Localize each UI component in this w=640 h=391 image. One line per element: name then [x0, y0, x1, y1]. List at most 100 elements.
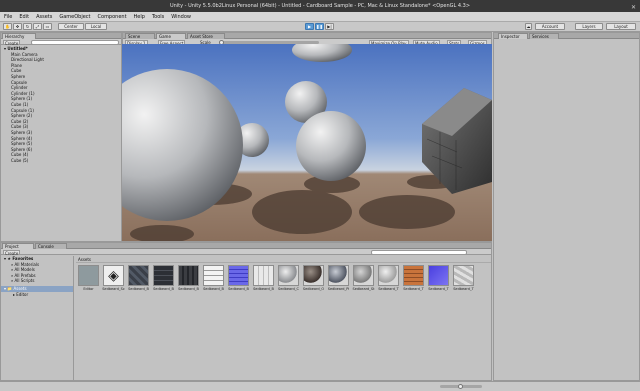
main-toolbar: ✋ ✥ ↻ ⤢ ▭ Center Local ▶ ❚❚ ▶| ☁ Account… [0, 22, 640, 32]
project-folder-tree: ▾ ★ Favorites ⌕ All Materials ⌕ All Model… [1, 256, 74, 380]
asset-label: Editor [83, 287, 94, 291]
favorites-label: Favorites [12, 256, 34, 261]
sphere-center [296, 111, 366, 181]
asset-label: Sedbeard_C [278, 287, 299, 291]
asset-label: Sedbeard_T [403, 287, 424, 291]
scene-root-label: Untitled* [7, 46, 28, 51]
material-thumbnail-icon [353, 265, 374, 286]
favorite-item-label: All Models [14, 267, 35, 273]
asset-label: Sedbeard_O [302, 287, 325, 291]
asset-label: Sedbeard_B [178, 287, 199, 291]
scale-tool-icon[interactable]: ⤢ [33, 23, 42, 30]
project-panel: Project Console Create ▾ ★ Favorites ⌕ A… [0, 242, 492, 381]
menu-file[interactable]: File [4, 14, 12, 20]
asset-label: Sedbeard_T [428, 287, 449, 291]
hierarchy-list: ▾ Untitled* Main Camera Directional Light… [1, 46, 121, 163]
asset-item[interactable]: Sedbeard_T [402, 265, 425, 292]
material-thumbnail-icon [153, 265, 174, 286]
project-toolbar: Create [1, 249, 491, 256]
project-search-input[interactable] [371, 249, 467, 255]
asset-item[interactable]: Sedbeard_B [152, 265, 175, 292]
asset-item[interactable]: Sedbeard_T [427, 265, 450, 292]
asset-item[interactable]: Sedbeard_B [177, 265, 200, 292]
material-thumbnail-icon [253, 265, 274, 286]
unity-scene-icon: ◈ [103, 265, 124, 286]
hierarchy-item[interactable]: Cube (5) [1, 158, 121, 164]
account-dropdown[interactable]: Account [535, 23, 565, 30]
tab-inspector[interactable]: Inspector [498, 33, 528, 39]
menu-assets[interactable]: Assets [36, 14, 52, 20]
asset-item[interactable]: Sedbeard_St [352, 265, 375, 292]
menu-window[interactable]: Window [171, 14, 191, 20]
asset-item[interactable]: Sedbeard_O [302, 265, 325, 292]
thumbnail-size-slider[interactable] [440, 384, 482, 389]
material-thumbnail-icon [178, 265, 199, 286]
asset-item[interactable]: Editor [77, 265, 100, 292]
assets-subfolder-list: ▸ Editor [1, 292, 73, 298]
step-button[interactable]: ▶| [325, 23, 334, 30]
favorite-item-label: All Scripts [14, 278, 35, 284]
hierarchy-create-button[interactable]: Create [3, 39, 21, 46]
inspector-panel: Inspector Services [493, 32, 640, 381]
thumbnail-size-knob[interactable] [458, 384, 463, 389]
hierarchy-search-input[interactable] [31, 39, 119, 45]
hierarchy-panel: Hierarchy Create ▾ Untitled* Main Camera… [0, 32, 122, 242]
space-toggle-button[interactable]: Local [85, 23, 107, 30]
inspector-tabrow: Inspector Services [494, 33, 639, 39]
unity-editor-window: Unity - Unity 5.5.0b2Linux Personal (64b… [0, 0, 640, 391]
menu-help[interactable]: Help [134, 14, 145, 20]
tab-services[interactable]: Services [529, 33, 559, 39]
asset-item[interactable]: Sedbeard_B [127, 265, 150, 292]
material-thumbnail-icon [328, 265, 349, 286]
favorites-list: ⌕ All Materials ⌕ All Models ⌕ All Prefabs… [1, 262, 73, 284]
asset-label: Sedbeard_B [203, 287, 224, 291]
layers-dropdown[interactable]: Layers [575, 23, 603, 30]
material-thumbnail-icon [378, 265, 399, 286]
menu-gameobject[interactable]: GameObject [59, 14, 90, 20]
menu-edit[interactable]: Edit [19, 14, 29, 20]
material-thumbnail-icon [303, 265, 324, 286]
assets-subfolder-label: Editor [16, 291, 29, 297]
assets-subfolder-item[interactable]: ▸ Editor [1, 292, 73, 298]
menu-component[interactable]: Component [98, 14, 127, 20]
layout-dropdown[interactable]: Layout [606, 23, 636, 30]
status-bar [0, 381, 640, 391]
asset-item[interactable]: Sedbeard_T [452, 265, 475, 292]
menu-tools[interactable]: Tools [152, 14, 164, 20]
hand-tool-icon[interactable]: ✋ [3, 23, 12, 30]
asset-item[interactable]: Sedbeard_B [227, 265, 250, 292]
asset-label: Sedbeard_Sc [102, 287, 125, 291]
breadcrumb[interactable]: Assets [76, 257, 491, 263]
folder-icon [78, 265, 99, 286]
material-thumbnail-icon [278, 265, 299, 286]
asset-label: Sedbeard_T [378, 287, 399, 291]
rect-tool-icon[interactable]: ▭ [43, 23, 52, 30]
pivot-toggle-button[interactable]: Center [58, 23, 84, 30]
sphere-top [292, 44, 352, 62]
rotate-tool-icon[interactable]: ↻ [23, 23, 32, 30]
asset-label: Sedbeard_B [128, 287, 149, 291]
play-button[interactable]: ▶ [305, 23, 314, 30]
material-thumbnail-icon [228, 265, 249, 286]
asset-item[interactable]: ◈ Sedbeard_Sc [102, 265, 125, 292]
material-thumbnail-icon [403, 265, 424, 286]
game-view-render[interactable] [122, 44, 492, 241]
project-create-button[interactable]: Create [3, 249, 21, 256]
cloud-icon[interactable]: ☁ [525, 23, 532, 30]
asset-item[interactable]: Sedbeard_B [202, 265, 225, 292]
asset-item[interactable]: Sedbeard_C [277, 265, 300, 292]
window-titlebar: Unity - Unity 5.5.0b2Linux Personal (64b… [0, 0, 640, 12]
pause-button[interactable]: ❚❚ [315, 23, 324, 30]
menu-bar: File Edit Assets GameObject Component Help Too… [0, 12, 640, 22]
asset-item[interactable]: Sedbeard_Pi [327, 265, 350, 292]
asset-label: Sedbeard_St [352, 287, 375, 291]
material-thumbnail-icon [428, 265, 449, 286]
asset-item[interactable]: Sedbeard_B [252, 265, 275, 292]
asset-label: Sedbeard_B [253, 287, 274, 291]
asset-item[interactable]: Sedbeard_T [377, 265, 400, 292]
favorite-item-label: All Prefabs [14, 272, 36, 278]
asset-label: Sedbeard_B [228, 287, 249, 291]
material-thumbnail-icon [203, 265, 224, 286]
favorite-item[interactable]: ⌕ All Scripts [1, 278, 73, 284]
move-tool-icon[interactable]: ✥ [13, 23, 22, 30]
